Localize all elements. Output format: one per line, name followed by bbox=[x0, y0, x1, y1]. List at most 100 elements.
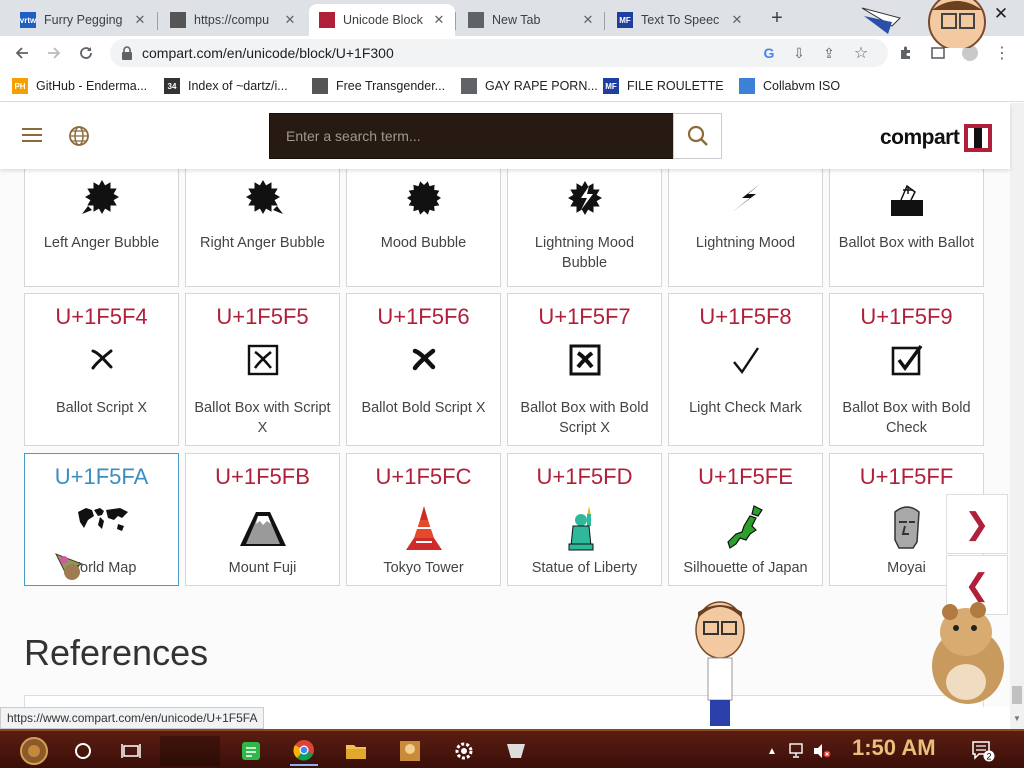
new-tab-button[interactable]: + bbox=[766, 8, 788, 30]
character-name: Silhouette of Japan bbox=[683, 560, 808, 576]
browser-tab[interactable]: MF Text To Speec ✕ bbox=[607, 4, 753, 36]
tab-close-icon[interactable]: ✕ bbox=[729, 12, 745, 28]
forward-arrow-icon[interactable] bbox=[42, 41, 66, 65]
hamster-character-overlay bbox=[918, 596, 1010, 708]
back-arrow-icon[interactable] bbox=[10, 41, 34, 65]
install-icon[interactable]: ⇩ bbox=[788, 42, 810, 64]
url-text: compart.com/en/unicode/block/U+1F300 bbox=[142, 45, 394, 61]
bookmarks-bar: PH GitHub - Enderma... 34 Index of ~dartz/i… bbox=[0, 70, 1024, 102]
notes-app-icon[interactable] bbox=[238, 736, 264, 766]
character-card[interactable]: U+1F5FD Statue of Liberty bbox=[507, 453, 662, 586]
svg-text:2: 2 bbox=[986, 752, 991, 762]
start-button[interactable] bbox=[10, 736, 58, 766]
tab-title: New Tab bbox=[492, 13, 541, 27]
app-icon[interactable] bbox=[502, 736, 530, 766]
character-name: Ballot Bold Script X bbox=[361, 400, 486, 416]
bookmark-label: GitHub - Enderma... bbox=[36, 79, 148, 93]
character-card[interactable]: U+1F5F4 Ballot Script X bbox=[24, 293, 179, 446]
bookmark-item[interactable]: 34 Index of ~dartz/i... bbox=[164, 77, 288, 95]
box-script-x-glyph-icon bbox=[186, 344, 339, 376]
browser-tab[interactable]: New Tab ✕ bbox=[458, 4, 604, 36]
taskbar-clock[interactable]: 1:50 AM bbox=[852, 735, 936, 761]
reload-icon[interactable] bbox=[74, 41, 98, 65]
character-card[interactable]: Lightning Mood bbox=[668, 169, 823, 287]
tab-title: https://compu bbox=[194, 13, 270, 27]
tab-close-icon[interactable]: ✕ bbox=[282, 12, 298, 28]
compart-logo-mark bbox=[964, 124, 993, 152]
character-card[interactable]: U+1F5F7 Ballot Box with Bold Script X bbox=[507, 293, 662, 446]
bookmark-favicon-icon bbox=[461, 78, 477, 94]
game-app-icon[interactable] bbox=[396, 736, 424, 766]
character-card[interactable]: U+1F5FC Tokyo Tower bbox=[346, 453, 501, 586]
character-name: Tokyo Tower bbox=[383, 560, 464, 576]
notification-center-icon[interactable]: 2 bbox=[970, 736, 996, 766]
character-name: World Map bbox=[66, 560, 137, 576]
cortana-circle-icon[interactable] bbox=[70, 736, 96, 766]
globe-language-icon[interactable] bbox=[68, 125, 90, 147]
bookmark-item[interactable]: Free Transgender... bbox=[312, 77, 445, 95]
check-glyph-icon bbox=[669, 344, 822, 376]
tower-glyph-icon bbox=[347, 504, 500, 552]
code-point-label: U+1F5FB bbox=[215, 464, 310, 489]
browser-tab[interactable]: https://compu ✕ bbox=[160, 4, 306, 36]
bookmark-item[interactable]: MF FILE ROULETTE bbox=[603, 77, 724, 95]
browser-tab[interactable]: vrtw Furry Pegging V ✕ bbox=[10, 4, 156, 36]
settings-gear-icon[interactable] bbox=[450, 736, 478, 766]
bookmark-label: GAY RAPE PORN... bbox=[485, 79, 598, 93]
character-card[interactable]: U+1F5F5 Ballot Box with Script X bbox=[185, 293, 340, 446]
lightning-glyph-icon bbox=[669, 180, 822, 216]
bookmark-label: Collabvm ISO bbox=[763, 79, 841, 93]
task-view-icon[interactable] bbox=[118, 736, 144, 766]
taskbar-search-area[interactable] bbox=[160, 736, 220, 766]
world-map-glyph-icon bbox=[25, 504, 178, 534]
tray-chevron-icon[interactable]: ▲ bbox=[764, 736, 780, 766]
next-page-button[interactable]: ❯ bbox=[946, 494, 1008, 554]
bookmark-item[interactable]: Collabvm ISO bbox=[739, 77, 840, 95]
compart-logo[interactable]: compart bbox=[880, 123, 993, 153]
character-card[interactable]: Ballot Box with Ballot bbox=[829, 169, 984, 287]
google-g-icon[interactable]: G bbox=[758, 42, 780, 64]
cartoon-character-overlay bbox=[690, 600, 750, 728]
character-name: Mood Bubble bbox=[380, 235, 467, 251]
character-card[interactable]: U+1F5F8 Light Check Mark bbox=[668, 293, 823, 446]
chrome-app-icon[interactable] bbox=[290, 736, 318, 766]
tab-title: Unicode Block bbox=[343, 13, 423, 27]
character-card[interactable]: U+1F5FB Mount Fuji bbox=[185, 453, 340, 586]
character-card[interactable]: Right Anger Bubble bbox=[185, 169, 340, 287]
scroll-down-arrow-icon[interactable]: ▼ bbox=[1010, 712, 1024, 726]
main-content: Left Anger Bubble Right Anger Bubble Mood … bbox=[0, 169, 1010, 707]
character-name: Statue of Liberty bbox=[531, 560, 638, 576]
volume-muted-icon[interactable] bbox=[812, 736, 832, 766]
search-input[interactable] bbox=[270, 114, 673, 158]
tab-favicon-icon bbox=[468, 12, 484, 28]
search-button[interactable] bbox=[673, 113, 722, 159]
character-card[interactable]: U+1F5FE Silhouette of Japan bbox=[668, 453, 823, 586]
bold-script-x-glyph-icon bbox=[347, 344, 500, 374]
fuji-glyph-icon bbox=[186, 504, 339, 548]
character-card[interactable]: Left Anger Bubble bbox=[24, 169, 179, 287]
file-explorer-icon[interactable] bbox=[342, 736, 370, 766]
tab-close-icon[interactable]: ✕ bbox=[580, 12, 596, 28]
code-point-label: U+1F5FF bbox=[859, 464, 954, 489]
scrollbar-thumb[interactable] bbox=[1012, 686, 1022, 704]
character-card[interactable]: U+1F5F9 Ballot Box with Bold Check bbox=[829, 293, 984, 446]
browser-tab[interactable]: Unicode Block ✕ bbox=[309, 4, 455, 36]
character-card[interactable]: U+1F5F6 Ballot Bold Script X bbox=[346, 293, 501, 446]
search-box bbox=[269, 113, 674, 159]
character-card[interactable]: Lightning Mood Bubble bbox=[507, 169, 662, 287]
share-icon[interactable]: ⇪ bbox=[818, 42, 840, 64]
tab-favicon-icon: MF bbox=[617, 12, 633, 28]
code-point-label: U+1F5FC bbox=[375, 464, 472, 489]
character-name: Ballot Box with Script X bbox=[194, 400, 331, 436]
network-icon[interactable] bbox=[788, 736, 808, 766]
hamburger-menu-icon[interactable] bbox=[22, 126, 42, 144]
bookmark-item[interactable]: PH GitHub - Enderma... bbox=[12, 77, 147, 95]
tab-close-icon[interactable]: ✕ bbox=[132, 12, 148, 28]
character-name: Ballot Box with Bold Script X bbox=[520, 400, 649, 436]
scrollbar-track[interactable] bbox=[1010, 103, 1024, 729]
tab-close-icon[interactable]: ✕ bbox=[431, 12, 447, 28]
character-card[interactable]: Mood Bubble bbox=[346, 169, 501, 287]
bookmark-item[interactable]: GAY RAPE PORN... bbox=[461, 77, 598, 95]
character-card[interactable]: U+1F5FA World Map bbox=[24, 453, 179, 586]
address-bar[interactable]: compart.com/en/unicode/block/U+1F300 G ⇩… bbox=[110, 39, 888, 67]
